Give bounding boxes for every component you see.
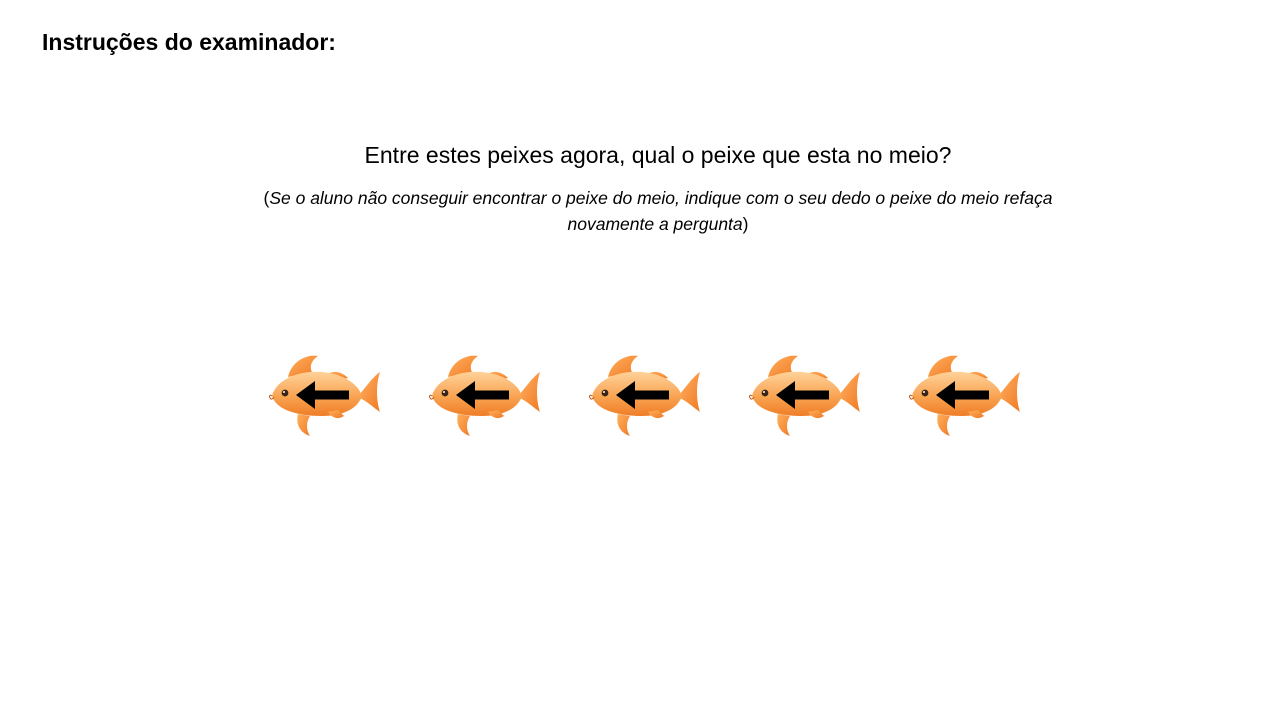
goldfish-icon: [909, 355, 1020, 436]
fish-row: [268, 350, 1028, 442]
goldfish-icon: [269, 355, 380, 436]
goldfish-icon: [749, 355, 860, 436]
fish-1[interactable]: [268, 350, 384, 442]
examiner-note: (Se o aluno não conseguir encontrar o pe…: [228, 185, 1088, 237]
fish-5[interactable]: [908, 350, 1024, 442]
fish-2[interactable]: [428, 350, 544, 442]
note-close-paren: ): [742, 214, 749, 234]
goldfish-icon: [589, 355, 700, 436]
fish-4[interactable]: [748, 350, 864, 442]
goldfish-icon: [429, 355, 540, 436]
question-text: Entre estes peixes agora, qual o peixe q…: [364, 142, 952, 168]
fish-3[interactable]: [588, 350, 704, 442]
note-italic-text-2: novamente a pergunta: [567, 214, 743, 234]
examiner-note-line-2: novamente a pergunta): [228, 211, 1088, 237]
examiner-note-line-1: (Se o aluno não conseguir encontrar o pe…: [228, 185, 1088, 211]
slide-heading: Instruções do examinador:: [42, 29, 336, 55]
note-italic-text-1: Se o aluno não conseguir encontrar o pei…: [269, 188, 1053, 208]
